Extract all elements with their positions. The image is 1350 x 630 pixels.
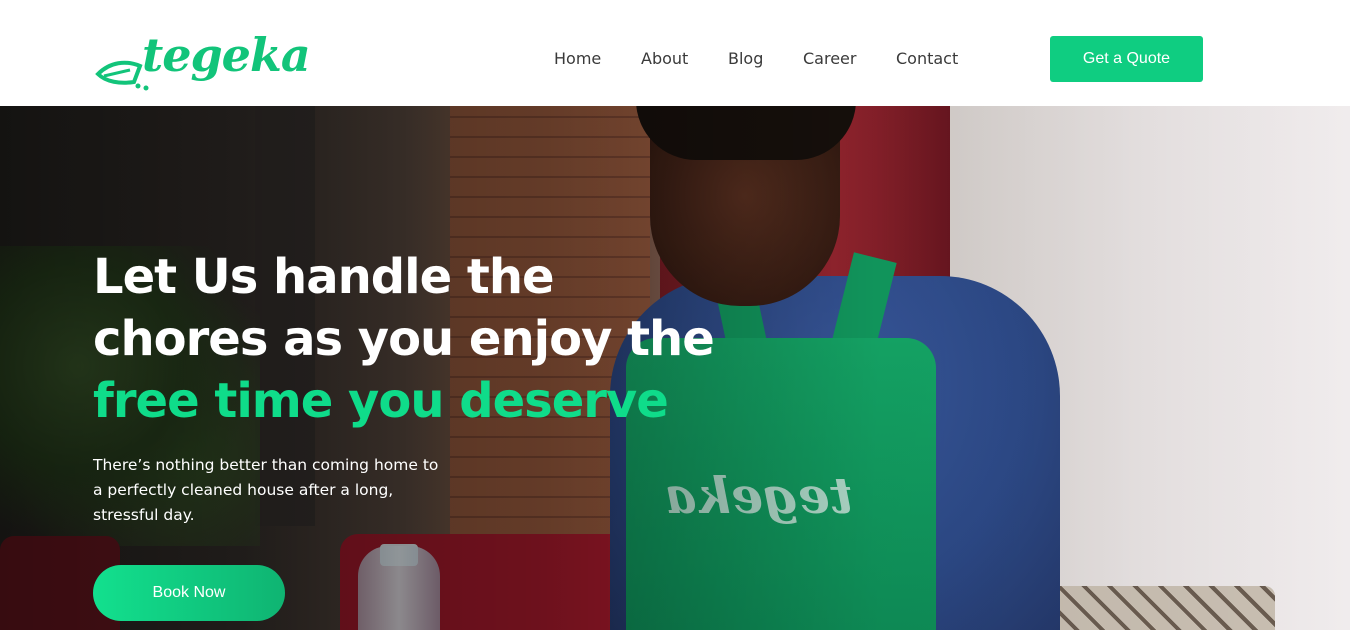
logo-text: tegeka [142,28,311,82]
nav-blog[interactable]: Blog [728,49,763,68]
headline-accent: free time you deserve [93,373,669,429]
hero-subtext: There’s nothing better than coming home … [93,456,439,524]
site-header: tegeka Home About Blog Career Contact Ge… [0,0,1350,106]
hero-section: tegeka Let Us handle the chores as you e… [0,106,1350,630]
headline-line-1: Let Us handle the [93,249,555,305]
site-logo[interactable]: tegeka [90,18,311,94]
get-quote-button[interactable]: Get a Quote [1050,36,1203,82]
nav-about[interactable]: About [641,49,688,68]
nav-contact[interactable]: Contact [896,49,958,68]
book-now-button[interactable]: Book Now [93,565,285,621]
hero-headline: Let Us handle the chores as you enjoy th… [93,246,733,432]
headline-line-2: chores as you enjoy the [93,311,715,367]
nav-career[interactable]: Career [803,49,856,68]
nav-home[interactable]: Home [554,49,601,68]
